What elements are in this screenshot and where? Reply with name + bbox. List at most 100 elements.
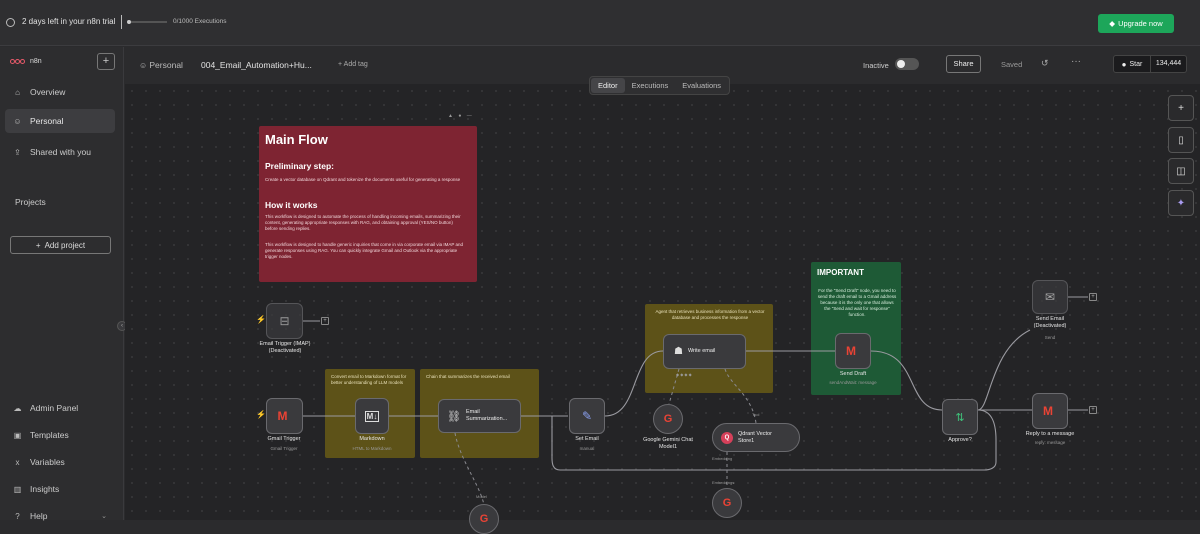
- sticky-heading-how: How it works: [265, 200, 318, 210]
- sparkle-icon: ✦: [1176, 197, 1186, 209]
- github-star-button[interactable]: ● Star: [1113, 55, 1151, 73]
- sidebar-item-label: Templates: [30, 430, 69, 440]
- sticky-controls[interactable]: ▲ ● —: [448, 113, 474, 119]
- node-subtitle: Send: [1044, 335, 1056, 340]
- sticky-text: Convert email to Markdown format for bet…: [331, 374, 407, 385]
- connector-dots: ◆ ◆ ◆ ◆: [676, 372, 692, 377]
- inbox-icon: ⊟: [279, 314, 290, 328]
- node-approve[interactable]: ⇅: [942, 399, 978, 435]
- gmail-icon: [1043, 404, 1057, 418]
- upgrade-button[interactable]: ◆ Upgrade now: [1098, 14, 1174, 33]
- node-label: Send Email (Deactivated): [1033, 316, 1067, 329]
- google-icon: G: [722, 497, 732, 509]
- node-label: Qdrant Vector Store1: [738, 430, 772, 444]
- tab-executions[interactable]: Executions: [625, 78, 676, 93]
- variable-icon: x: [15, 457, 20, 467]
- sidebar-item-label: Personal: [30, 116, 64, 126]
- sticky-main-flow[interactable]: Main Flow Preliminary step: Create a vec…: [259, 126, 477, 282]
- sticky-heading-preliminary: Preliminary step:: [265, 161, 334, 171]
- node-email-trigger-imap[interactable]: ⊟: [266, 303, 303, 339]
- share-button[interactable]: Share: [946, 55, 981, 73]
- chevron-down-icon: ⌄: [101, 513, 107, 520]
- add-tag-link[interactable]: + Add tag: [338, 61, 368, 68]
- breadcrumb-project[interactable]: ☺ Personal: [139, 60, 183, 70]
- node-label: Write email: [687, 348, 716, 354]
- node-embeddings-google[interactable]: G: [712, 488, 742, 518]
- node-label: Google Gemini Chat Model1: [643, 437, 693, 450]
- projects-heading: Projects: [15, 197, 46, 207]
- branch-icon: ⇅: [955, 411, 965, 424]
- more-options-icon[interactable]: ···: [1071, 56, 1081, 67]
- cloud-icon: ☁: [13, 403, 22, 413]
- add-connection-plus[interactable]: +: [1089, 406, 1097, 414]
- breadcrumb-project-label: Personal: [149, 60, 183, 70]
- node-label: Send Draft: [839, 371, 867, 377]
- active-status-label: Inactive: [863, 61, 889, 70]
- sidebar-item-label: Shared with you: [30, 147, 91, 157]
- sidebar-item-help[interactable]: ? Help ⌄: [5, 504, 115, 528]
- node-gemini-chat-model[interactable]: G: [653, 404, 683, 434]
- add-connection-plus[interactable]: +: [321, 317, 329, 325]
- add-project-button[interactable]: + Add project: [10, 236, 111, 254]
- node-gmail-trigger[interactable]: [266, 398, 303, 434]
- user-icon: ☺: [139, 61, 150, 70]
- envelope-icon: ✉: [1044, 290, 1056, 304]
- sticky-note-button[interactable]: ▯: [1168, 127, 1194, 153]
- sticky-title: IMPORTANT: [817, 268, 864, 277]
- node-email-summarization[interactable]: ⛓ Email Summarization...: [438, 399, 521, 433]
- add-node-button[interactable]: +: [1168, 95, 1194, 121]
- node-qdrant-vector-store[interactable]: Q Qdrant Vector Store1: [712, 423, 800, 452]
- node-subtitle: Gmail Trigger: [270, 446, 298, 451]
- node-send-email[interactable]: ✉: [1032, 280, 1068, 314]
- pencil-icon: ✎: [581, 409, 593, 423]
- node-label: Email Summarization...: [465, 409, 508, 422]
- active-toggle[interactable]: [895, 58, 919, 70]
- sidebar-item-personal[interactable]: ☺ Personal: [5, 109, 115, 133]
- upgrade-label: Upgrade now: [1118, 19, 1163, 28]
- n8n-logo[interactable]: n8n: [10, 58, 42, 65]
- create-button[interactable]: +: [97, 53, 115, 70]
- sticky-text-how-1: This workflow is designed to automate th…: [265, 214, 461, 231]
- node-model-google[interactable]: G: [469, 504, 499, 534]
- qdrant-icon: Q: [721, 431, 733, 444]
- home-icon: ⌂: [15, 87, 20, 97]
- sticky-title: Main Flow: [265, 132, 328, 147]
- tab-evaluations[interactable]: Evaluations: [675, 78, 728, 93]
- history-icon[interactable]: ↺: [1041, 58, 1049, 69]
- saved-status: Saved: [1001, 60, 1023, 69]
- tab-editor[interactable]: Editor: [591, 78, 625, 93]
- gmail-icon: [278, 409, 292, 423]
- node-label: Reply to a message: [1025, 431, 1075, 437]
- user-icon: ☺: [13, 116, 22, 126]
- sidebar-item-insights[interactable]: ▥ Insights: [5, 477, 115, 501]
- star-label: Star: [1129, 60, 1143, 68]
- node-label: Email Trigger (IMAP) (Deactivated): [259, 341, 311, 354]
- sidebar-item-shared[interactable]: ⇪ Shared with you: [5, 140, 115, 164]
- sidebar-item-templates[interactable]: ▣ Templates: [5, 423, 115, 447]
- node-subtitle: HTML to Markdown: [352, 446, 392, 451]
- trigger-bolt-icon: ⚡: [256, 410, 266, 419]
- node-markdown[interactable]: M↓: [355, 398, 389, 434]
- node-subtitle: reply: message: [1034, 440, 1066, 445]
- ai-assistant-button[interactable]: ✦: [1168, 190, 1194, 216]
- trial-text: 2 days left in your n8n trial: [22, 17, 116, 26]
- sidebar-item-overview[interactable]: ⌂ Overview: [5, 80, 115, 104]
- workflow-name[interactable]: 004_Email_Automation+Hu...: [201, 60, 312, 70]
- node-set-email[interactable]: ✎: [569, 398, 605, 434]
- gmail-icon: [846, 344, 860, 358]
- sidebar-item-label: Admin Panel: [30, 403, 79, 413]
- executions-text: 0/1000 Executions: [173, 18, 227, 25]
- sidebar-item-admin-panel[interactable]: ☁ Admin Panel: [5, 396, 115, 420]
- panel-toggle-button[interactable]: ◫: [1168, 158, 1194, 184]
- plus-icon: +: [35, 240, 41, 250]
- sticky-text: Chain that summarizes the received email: [426, 374, 510, 379]
- node-send-draft[interactable]: [835, 333, 871, 369]
- sidebar-item-variables[interactable]: x Variables: [5, 450, 115, 474]
- node-write-email-agent[interactable]: ☗ Write email: [663, 334, 746, 369]
- executions-progress: [127, 20, 167, 24]
- add-connection-plus[interactable]: +: [1089, 293, 1097, 301]
- node-subtitle: manual: [579, 446, 595, 451]
- node-reply-to-message[interactable]: [1032, 393, 1068, 429]
- google-icon: G: [663, 413, 673, 425]
- link-icon: ⛓: [447, 410, 461, 423]
